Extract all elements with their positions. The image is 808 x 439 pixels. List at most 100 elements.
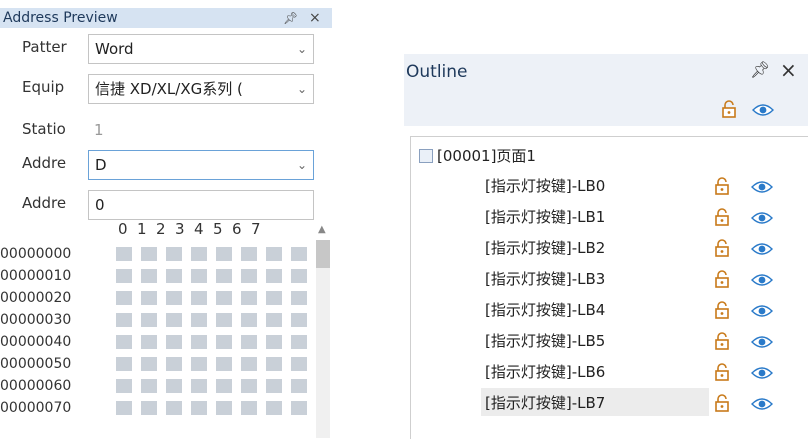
- memory-cell[interactable]: [116, 269, 132, 283]
- memory-cell[interactable]: [216, 247, 232, 261]
- eye-icon[interactable]: [751, 365, 773, 384]
- memory-cell[interactable]: [241, 335, 257, 349]
- memory-cell[interactable]: [266, 357, 282, 371]
- memory-cell[interactable]: [291, 335, 307, 349]
- memory-cell[interactable]: [191, 313, 207, 327]
- memory-scroll-thumb[interactable]: [316, 240, 330, 268]
- memory-cell[interactable]: [191, 357, 207, 371]
- memory-cell[interactable]: [291, 269, 307, 283]
- memory-cell[interactable]: [266, 401, 282, 415]
- field-input[interactable]: 0: [88, 190, 314, 220]
- memory-cell[interactable]: [116, 247, 132, 261]
- memory-cell[interactable]: [291, 401, 307, 415]
- memory-scrollbar[interactable]: [316, 240, 330, 438]
- memory-cell[interactable]: [141, 291, 157, 305]
- memory-cell[interactable]: [141, 401, 157, 415]
- outline-item[interactable]: [指示灯按键]-LB4: [481, 295, 799, 323]
- memory-cell[interactable]: [141, 357, 157, 371]
- eye-icon[interactable]: [751, 241, 773, 260]
- close-icon[interactable]: ×: [309, 8, 321, 28]
- eye-icon[interactable]: [751, 179, 773, 198]
- memory-cell[interactable]: [116, 291, 132, 305]
- lock-icon[interactable]: [713, 363, 731, 385]
- pin-icon[interactable]: 📌︎: [283, 8, 298, 28]
- memory-cell[interactable]: [291, 313, 307, 327]
- outline-item[interactable]: [指示灯按键]-LB7: [481, 388, 799, 416]
- memory-cell[interactable]: [191, 247, 207, 261]
- eye-icon[interactable]: [751, 303, 773, 322]
- memory-cell[interactable]: [266, 335, 282, 349]
- eye-icon[interactable]: [751, 334, 773, 353]
- memory-cell[interactable]: [241, 247, 257, 261]
- outline-item[interactable]: [指示灯按键]-LB2: [481, 233, 799, 261]
- memory-cell[interactable]: [266, 379, 282, 393]
- memory-cell[interactable]: [166, 357, 182, 371]
- outline-item[interactable]: [指示灯按键]-LB6: [481, 357, 799, 385]
- memory-cell[interactable]: [166, 379, 182, 393]
- chevron-down-icon[interactable]: ⌄: [297, 35, 307, 63]
- memory-cell[interactable]: [166, 401, 182, 415]
- memory-cell[interactable]: [241, 379, 257, 393]
- lock-all-icon[interactable]: [720, 100, 738, 122]
- close-icon[interactable]: ×: [780, 58, 797, 82]
- eye-all-icon[interactable]: [752, 102, 774, 121]
- memory-cell[interactable]: [216, 379, 232, 393]
- outline-item[interactable]: [指示灯按键]-LB0: [481, 171, 799, 199]
- memory-cell[interactable]: [141, 247, 157, 261]
- memory-cell[interactable]: [291, 291, 307, 305]
- memory-cell[interactable]: [216, 357, 232, 371]
- lock-icon[interactable]: [713, 239, 731, 261]
- eye-icon[interactable]: [751, 272, 773, 291]
- chevron-down-icon[interactable]: ⌄: [297, 151, 307, 179]
- memory-cell[interactable]: [141, 379, 157, 393]
- memory-cell[interactable]: [241, 269, 257, 283]
- memory-cell[interactable]: [166, 247, 182, 261]
- lock-icon[interactable]: [713, 394, 731, 416]
- memory-cell[interactable]: [291, 357, 307, 371]
- memory-cell[interactable]: [191, 401, 207, 415]
- chevron-down-icon[interactable]: ⌄: [297, 75, 307, 103]
- memory-cell[interactable]: [141, 269, 157, 283]
- memory-cell[interactable]: [166, 313, 182, 327]
- memory-cell[interactable]: [241, 313, 257, 327]
- memory-cell[interactable]: [191, 269, 207, 283]
- memory-cell[interactable]: [191, 379, 207, 393]
- memory-cell[interactable]: [241, 291, 257, 305]
- eye-icon[interactable]: [751, 396, 773, 415]
- memory-cell[interactable]: [216, 269, 232, 283]
- memory-cell[interactable]: [216, 335, 232, 349]
- memory-cell[interactable]: [141, 313, 157, 327]
- memory-cell[interactable]: [291, 247, 307, 261]
- scroll-up-arrow-icon[interactable]: ▲: [318, 224, 326, 235]
- memory-cell[interactable]: [216, 401, 232, 415]
- memory-cell[interactable]: [116, 379, 132, 393]
- memory-cell[interactable]: [141, 335, 157, 349]
- memory-cell[interactable]: [116, 401, 132, 415]
- memory-cell[interactable]: [166, 291, 182, 305]
- outline-item[interactable]: [指示灯按键]-LB1: [481, 202, 799, 230]
- memory-cell[interactable]: [116, 313, 132, 327]
- outline-item[interactable]: [指示灯按键]-LB3: [481, 264, 799, 292]
- memory-cell[interactable]: [116, 357, 132, 371]
- memory-cell[interactable]: [116, 335, 132, 349]
- memory-cell[interactable]: [166, 335, 182, 349]
- pin-icon[interactable]: 📌︎: [750, 60, 770, 79]
- memory-cell[interactable]: [266, 247, 282, 261]
- field-select[interactable]: D ⌄: [88, 150, 314, 180]
- eye-icon[interactable]: [751, 210, 773, 229]
- memory-cell[interactable]: [266, 269, 282, 283]
- field-select[interactable]: Word ⌄: [88, 34, 314, 64]
- memory-cell[interactable]: [291, 379, 307, 393]
- lock-icon[interactable]: [713, 177, 731, 199]
- memory-cell[interactable]: [216, 291, 232, 305]
- outline-item[interactable]: [指示灯按键]-LB5: [481, 326, 799, 354]
- memory-cell[interactable]: [241, 357, 257, 371]
- lock-icon[interactable]: [713, 208, 731, 230]
- memory-cell[interactable]: [166, 269, 182, 283]
- memory-cell[interactable]: [191, 335, 207, 349]
- field-select[interactable]: 信捷 XD/XL/XG系列 (⌄: [88, 74, 314, 104]
- lock-icon[interactable]: [713, 301, 731, 323]
- memory-cell[interactable]: [191, 291, 207, 305]
- lock-icon[interactable]: [713, 332, 731, 354]
- memory-cell[interactable]: [266, 291, 282, 305]
